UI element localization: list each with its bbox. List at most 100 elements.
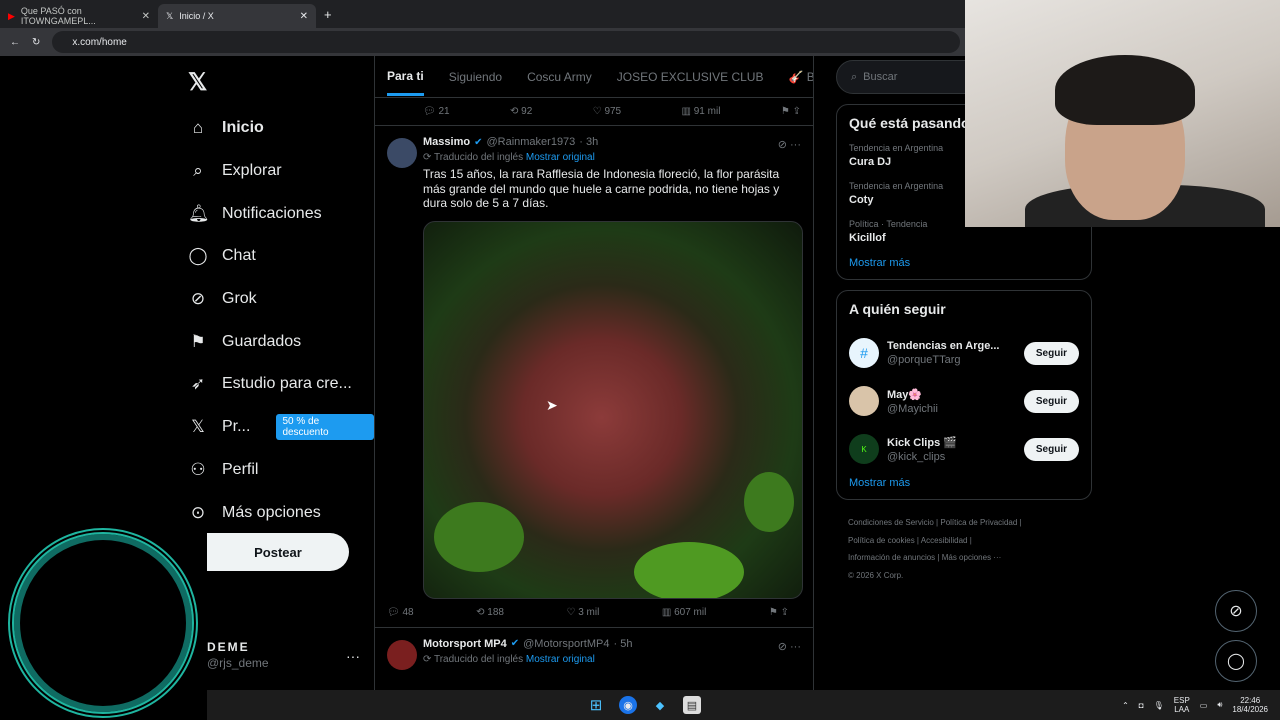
tab-x[interactable]: 𝕏 Inicio / X ✕ [158,4,316,28]
tweet-header: Motorsport MP4 ✔ @MotorsportMP4 · 5h [423,638,801,650]
nav-grok[interactable]: ⊘ Grok [178,278,374,321]
tab-following[interactable]: Siguiendo [449,70,502,84]
floating-buttons: ⊘ ◯ [1215,590,1257,690]
chat-icon: ◯ [188,246,208,266]
follow-button[interactable]: Seguir [1023,389,1079,413]
more-icon[interactable]: ··· [346,648,360,664]
who-to-follow-panel: A quién seguir # Tendencias en Arge... @po… [836,290,1092,500]
nav-premium[interactable]: 𝕏 Pr... 50 % de descuento [178,406,374,449]
reply-button[interactable]: 💬︎ 21 [423,106,450,117]
x-logo-icon[interactable]: 𝕏 [188,68,374,97]
author-name[interactable]: Motorsport MP4 [423,638,507,650]
like-button[interactable]: ♡ 3 mil [566,607,599,618]
author-handle[interactable]: @MotorsportMP4 [523,638,609,650]
tab-label: Inicio / X [179,11,214,21]
verified-icon: ✔ [474,136,483,148]
tab-youtube[interactable]: ▶ Que PASÓ con ITOWNGAMEPL... ✕ [0,4,158,28]
like-button[interactable]: ♡ 975 [593,106,621,117]
notepad-icon[interactable]: ▤ [683,696,701,714]
repost-button[interactable]: ⟲ 188 [476,607,504,618]
volume-icon[interactable]: 🔊︎ [1217,700,1222,710]
tab-list[interactable]: JOSEO EXCLUSIVE CLUB [617,70,764,84]
tab-label: Que PASÓ con ITOWNGAMEPL... [20,6,96,26]
timestamp[interactable]: · 5h [613,638,632,650]
foliage [634,541,744,598]
youtube-icon: ▶ [8,10,15,21]
url-field[interactable]: x.com/home [52,31,960,53]
show-more-link[interactable]: Mostrar más [849,257,1079,269]
nav-profile[interactable]: ⚇ Perfil [178,449,374,492]
follow-suggestion[interactable]: May🌸 @Mayichii Seguir [849,377,1079,425]
windows-taskbar: ⊞ ◉ ◆ ▤ ⌃ ◘ 🎙︎ ESP LAA ▭ 🔊︎ 22:46 18/4/202… [207,690,1280,720]
show-more-link[interactable]: Mostrar más [849,477,1079,489]
tweet-header: Massimo ✔ @Rainmaker1973 · 3h [423,136,801,148]
nav-notifications[interactable]: 🔔︎ Notificaciones [178,192,374,235]
follow-suggestion[interactable]: K Kick Clips 🎬 @kick_clips Seguir [849,425,1079,473]
tweet[interactable]: Motorsport MP4 ✔ @MotorsportMP4 · 5h ⊘ ··· … [375,626,813,670]
mic-icon[interactable]: 🎙︎ [1154,701,1164,710]
timeline: Para ti Siguiendo Coscu Army JOSEO EXCLU… [374,56,814,690]
new-tab-button[interactable]: + [316,7,340,28]
discord-icon[interactable]: ◘ [1139,701,1144,710]
follow-button[interactable]: Seguir [1023,341,1079,365]
avatar[interactable] [387,138,417,168]
stream-overlay-ring [8,528,198,718]
rocket-icon: ➶ [190,374,206,394]
app-icon[interactable]: ◆ [651,696,669,714]
follow-button[interactable]: Seguir [1023,437,1079,461]
grok-icon[interactable]: ⊘ ··· [778,640,801,653]
mouse-cursor-icon: ➤ [546,397,558,413]
bookmark-icon[interactable]: ⚑ ⇪ [781,106,801,117]
tab-list[interactable]: Coscu Army [527,70,592,84]
tweet-actions: 💬︎ 48 ⟲ 188 ♡ 3 mil ▥ 607 mil ⚑ ⇪ [387,599,801,627]
x-logo-icon: 𝕏 [166,10,174,21]
translation-note: ⟳ Traducido del inglés Mostrar original [423,152,595,163]
language-indicator[interactable]: ESP LAA [1174,696,1190,714]
network-icon[interactable]: ▭ [1200,701,1208,710]
nav-home[interactable]: ⌂ Inicio [178,107,374,150]
nav-chat[interactable]: ◯ Chat [178,235,374,278]
author-name[interactable]: Massimo [423,136,470,148]
chrome-icon[interactable]: ◉ [619,696,637,714]
clock[interactable]: 22:46 18/4/2026 [1232,696,1268,714]
views-stat[interactable]: ▥ 91 mil [682,106,721,117]
bookmark-icon: ⚑ [190,331,206,351]
feed-tabs: Para ti Siguiendo Coscu Army JOSEO EXCLU… [375,56,813,98]
person-icon: ⚇ [190,459,206,479]
timestamp[interactable]: · 3h [579,136,598,148]
show-original-link[interactable]: Mostrar original [526,152,595,163]
tweet[interactable]: Massimo ✔ @Rainmaker1973 · 3h ⊘ ··· ⟳ Tradu… [375,126,813,627]
post-button[interactable]: Postear [207,533,349,571]
nav-explore[interactable]: ⌕ Explorar [178,150,374,193]
bookmark-icon[interactable]: ⚑ ⇪ [769,607,789,618]
nav-bookmarks[interactable]: ⚑ Guardados [178,320,374,363]
kick-logo-icon: K [849,434,879,464]
views-stat[interactable]: ▥ 607 mil [662,607,706,618]
foliage [744,471,794,532]
grok-icon[interactable]: ⊘ ··· [778,138,801,151]
repost-button[interactable]: ⟲ 92 [510,106,532,117]
back-icon[interactable]: ← [10,37,20,48]
tweet-image[interactable] [423,220,803,599]
nav-more[interactable]: ⊙ Más opciones [178,491,374,534]
close-icon[interactable]: ✕ [300,11,308,22]
reload-icon[interactable]: ↻ [32,37,40,48]
nav-creator-studio[interactable]: ➶ Estudio para cre... [178,363,374,406]
account-switcher[interactable]: DEME @rjs_deme [207,640,269,670]
author-handle[interactable]: @Rainmaker1973 [486,136,575,148]
avatar[interactable] [387,639,417,670]
chevron-up-icon[interactable]: ⌃ [1122,701,1129,710]
grok-icon[interactable]: ⊘ [1215,590,1257,632]
hashtag-icon: # [849,338,879,368]
reply-button[interactable]: 💬︎ 48 [387,607,414,618]
windows-start-icon[interactable]: ⊞ [587,696,605,714]
side-nav: 𝕏 ⌂ Inicio ⌕ Explorar 🔔︎ Notificaciones ◯ Ch… [178,60,374,534]
tweet-text: Tras 15 años, la rara Rafflesia de Indon… [423,167,780,210]
account-name: DEME [207,640,250,654]
chat-icon[interactable]: ◯ [1215,640,1257,682]
close-icon[interactable]: ✕ [142,11,150,22]
follow-suggestion[interactable]: # Tendencias en Arge... @porqueTTarg Seguir [849,329,1079,377]
tab-for-you[interactable]: Para ti [387,57,424,96]
show-original-link[interactable]: Mostrar original [526,654,595,665]
tab-list[interactable]: 🎸 BAULO C [788,70,813,84]
